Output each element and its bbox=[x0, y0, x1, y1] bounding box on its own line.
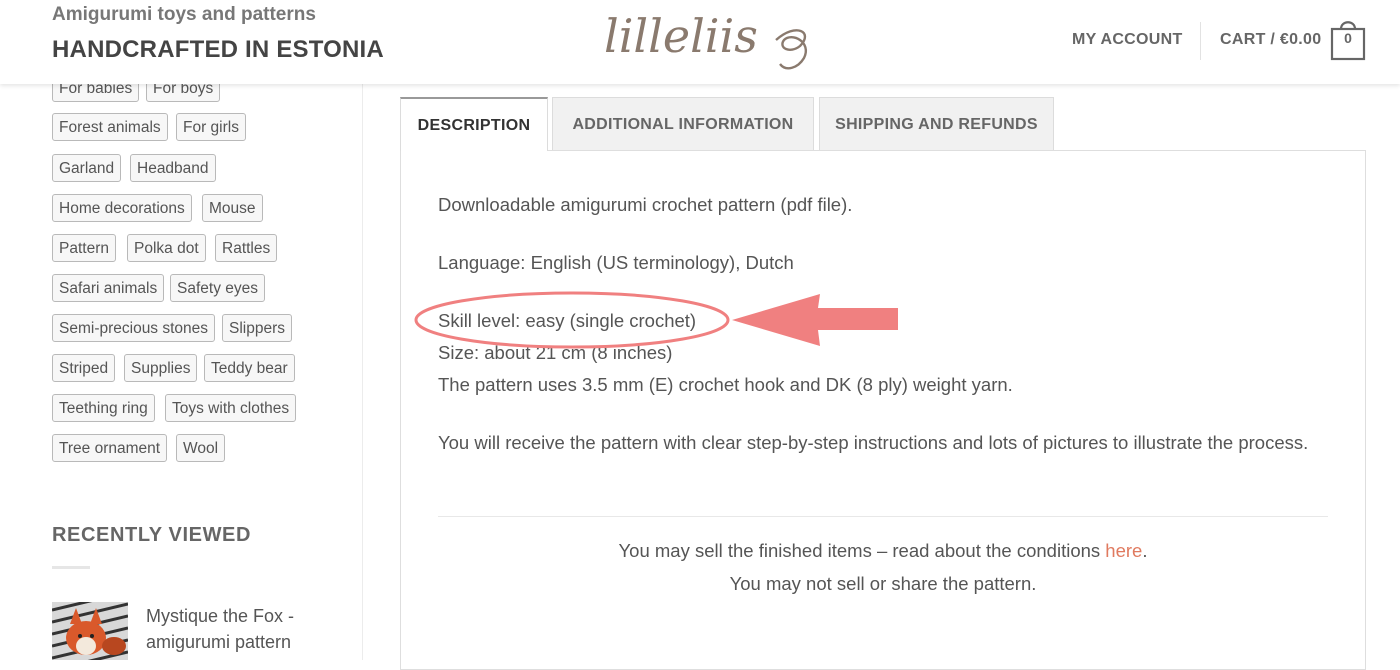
tag-for-girls[interactable]: For girls bbox=[176, 113, 246, 141]
tag-garland[interactable]: Garland bbox=[52, 154, 122, 182]
tag-home-decorations[interactable]: Home decorations bbox=[52, 194, 192, 222]
tab-description[interactable]: DESCRIPTION bbox=[400, 97, 548, 151]
tag-supplies[interactable]: Supplies bbox=[124, 354, 198, 382]
tag-mouse[interactable]: Mouse bbox=[202, 194, 263, 222]
tag-slippers[interactable]: Slippers bbox=[222, 314, 292, 342]
tag-toys-with-clothes[interactable]: Toys with clothes bbox=[165, 394, 297, 422]
tag-headband[interactable]: Headband bbox=[130, 154, 216, 182]
tag-teddy-bear[interactable]: Teddy bear bbox=[204, 354, 295, 382]
tag-tree-ornament[interactable]: Tree ornament bbox=[52, 434, 168, 462]
tag-pattern[interactable]: Pattern bbox=[52, 234, 116, 262]
site-header: Amigurumi toys and patterns HANDCRAFTED … bbox=[0, 0, 1400, 84]
content-divider bbox=[438, 516, 1328, 517]
tag-forest-animals[interactable]: Forest animals bbox=[52, 113, 168, 141]
tag-rattles[interactable]: Rattles bbox=[215, 234, 278, 262]
fox-thumbnail-image[interactable] bbox=[52, 602, 128, 660]
nav-divider bbox=[1200, 22, 1201, 60]
skill-level-line: Skill level: easy (single crochet) bbox=[438, 310, 697, 331]
recently-viewed-item-link[interactable]: Mystique the Fox - amigurumi pattern bbox=[146, 603, 346, 655]
site-title[interactable]: HANDCRAFTED IN ESTONIA bbox=[52, 36, 384, 64]
tab-shipping-and-refunds[interactable]: SHIPPING AND REFUNDS bbox=[819, 97, 1054, 150]
tag-safari-animals[interactable]: Safari animals bbox=[52, 274, 165, 302]
tag-polka-dot[interactable]: Polka dot bbox=[127, 234, 206, 262]
svg-text:lilleliis: lilleliis bbox=[604, 9, 758, 63]
sell-prefix: You may sell the finished items – read a… bbox=[618, 540, 1106, 561]
site-tagline: Amigurumi toys and patterns bbox=[52, 4, 316, 25]
lilleliis-logo[interactable]: lilleliis bbox=[600, 2, 820, 78]
tab-additional-information[interactable]: ADDITIONAL INFORMATION bbox=[552, 97, 814, 150]
size-line: Size: about 21 cm (8 inches) bbox=[438, 342, 673, 363]
tag-teething-ring[interactable]: Teething ring bbox=[52, 394, 155, 422]
recently-viewed-heading: RECENTLY VIEWED bbox=[52, 524, 252, 546]
heading-divider bbox=[52, 566, 90, 569]
language-line: Language: English (US terminology), Dutc… bbox=[438, 252, 794, 273]
description-line: Downloadable amigurumi crochet pattern (… bbox=[438, 194, 853, 215]
hook-yarn-line: The pattern uses 3.5 mm (E) crochet hook… bbox=[438, 374, 1013, 395]
tag-wool[interactable]: Wool bbox=[176, 434, 226, 462]
tag-semi-precious-stones[interactable]: Semi-precious stones bbox=[52, 314, 216, 342]
cart-link[interactable]: CART / €0.00 bbox=[1220, 31, 1321, 49]
sell-suffix: . bbox=[1142, 540, 1148, 561]
tag-safety-eyes[interactable]: Safety eyes bbox=[170, 274, 265, 302]
conditions-link[interactable]: here bbox=[1105, 540, 1142, 561]
tag-striped[interactable]: Striped bbox=[52, 354, 116, 382]
my-account-link[interactable]: MY ACCOUNT bbox=[1072, 31, 1183, 49]
instructions-paragraph: You will receive the pattern with clear … bbox=[438, 432, 1309, 453]
sell-conditions-text: You may sell the finished items – read a… bbox=[400, 540, 1366, 562]
no-sell-text: You may not sell or share the pattern. bbox=[729, 573, 1037, 594]
cart-count: 0 bbox=[1344, 30, 1352, 46]
sidebar: For babies For boys Forest animals For g… bbox=[0, 0, 363, 660]
